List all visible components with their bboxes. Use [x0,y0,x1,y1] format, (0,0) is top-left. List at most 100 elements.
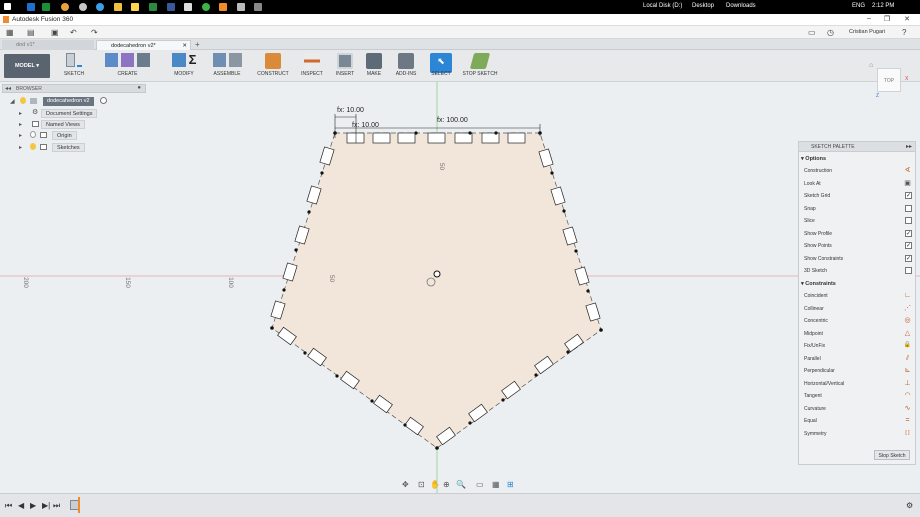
top-edge-teeth[interactable] [346,132,526,144]
option-snap[interactable]: Snap [804,204,912,214]
curvature-icon[interactable]: ∿ [903,404,912,413]
step-forward-icon[interactable]: ▶| [42,501,50,510]
app-icon-7[interactable] [131,3,139,11]
toolbar-make[interactable]: MAKE [363,53,385,77]
browser-header[interactable]: ◂◂ BROWSER ● [2,84,146,93]
viewcube-face-label[interactable]: TOP [884,78,894,84]
option-show-profile[interactable]: Show Profile ✓ [804,229,912,239]
palette-expand-icon[interactable]: ▸▸ [906,143,912,150]
tab-close-icon[interactable]: ✕ [182,43,187,49]
tangent-icon[interactable]: ◠ [903,391,912,400]
option-look-at[interactable]: Look At ▣ [804,179,912,189]
tray-clock[interactable]: 2:12 PM [872,3,894,9]
tray-local-disk[interactable]: Local Disk (D:) [643,3,682,9]
facebook-icon[interactable] [167,3,175,11]
parallel-icon[interactable]: ⫽ [903,354,912,363]
app-icon-14[interactable] [254,3,262,11]
constraint-collinear[interactable]: Collinear ⋰ [804,304,912,314]
constraint-fix-unfix[interactable]: Fix/UnFix 🔒 [804,341,912,351]
visibility-bulb-icon[interactable] [30,143,36,150]
timeline-settings-icon[interactable]: ⚙ [906,501,913,510]
dimension-label[interactable]: fx: 100.00 [437,117,468,124]
expand-arrow-icon[interactable]: ▸ [19,132,22,139]
show-profile-checkbox[interactable]: ✓ [905,230,912,237]
palette-section-options[interactable]: ▾ Options [801,156,826,162]
snap-checkbox[interactable] [905,205,912,212]
show-constraints-checkbox[interactable]: ✓ [905,255,912,262]
midpoint-icon[interactable]: △ [903,329,912,338]
show-points-checkbox[interactable]: ✓ [905,242,912,249]
grid-settings-icon[interactable]: ▦ [492,480,500,489]
option-sketch-grid[interactable]: Sketch Grid ✓ [804,191,912,201]
constraint-tangent[interactable]: Tangent ◠ [804,391,912,401]
constraint-curvature[interactable]: Curvature ∿ [804,404,912,414]
app-icon-2[interactable] [42,3,50,11]
stop-sketch-button[interactable]: Stop Sketch [874,450,910,460]
horizontal-vertical-icon[interactable]: ⊥ [903,379,912,388]
radio-icon[interactable] [100,97,107,104]
save-icon[interactable]: ▣ [51,28,59,37]
sketch-grid-checkbox[interactable]: ✓ [905,192,912,199]
browser-item-origin[interactable]: ▸ Origin [19,131,139,140]
browser-root[interactable]: ◢ dodecahedron v2 [10,97,146,106]
toolbar-sketch[interactable]: SKETCH [56,53,92,77]
app-icon-3[interactable] [61,3,69,11]
user-menu[interactable]: Cristian Pugari [849,29,885,35]
palette-section-constraints[interactable]: ▾ Constraints [801,281,836,287]
option-construction[interactable]: Construction ∢ [804,166,912,176]
construction-icon[interactable]: ∢ [903,166,912,175]
constraint-concentric[interactable]: Concentric ◎ [804,316,912,326]
toolbar-modify[interactable]: Σ MODIFY [164,53,204,77]
tray-lang[interactable]: ENG [852,3,865,9]
new-tab-icon[interactable]: + [195,40,200,49]
tray-desktop[interactable]: Desktop [692,3,714,9]
start-icon[interactable] [4,3,11,10]
constraint-horizontal-vertical[interactable]: Horizontal/Vertical ⊥ [804,379,912,389]
slice-checkbox[interactable] [905,217,912,224]
undo-icon[interactable]: ↶ [70,28,77,37]
look-at-icon[interactable]: ▣ [903,179,912,188]
browser-pin-icon[interactable]: ● [137,85,141,91]
tab-dodecahedron[interactable]: dodecahedron v2* ✕ [96,40,191,50]
toolbar-select[interactable]: ⬉ SELECT [428,53,454,77]
dimension-label[interactable]: fx: 10.00 [337,107,364,114]
collapse-icon[interactable]: ◂◂ [5,85,11,92]
home-view-icon[interactable]: ⌂ [869,62,873,69]
tray-downloads[interactable]: Downloads [726,3,756,9]
constraint-equal[interactable]: Equal = [804,416,912,426]
perpendicular-icon[interactable]: ⊾ [903,366,912,375]
concentric-icon[interactable]: ◎ [903,316,912,325]
browser-item-named-views[interactable]: ▸ Named Views [19,120,139,129]
grid-menu-icon[interactable]: ▦ [6,28,14,37]
symmetry-icon[interactable]: [ ] [903,429,912,438]
toolbar-insert[interactable]: INSERT [333,53,357,77]
equal-icon[interactable]: = [903,416,912,425]
option-show-points[interactable]: Show Points ✓ [804,241,912,251]
3d-sketch-checkbox[interactable] [905,267,912,274]
app-icon-1[interactable] [27,3,35,11]
step-back-icon[interactable]: ◀ [18,501,24,510]
toolbar-stop-sketch[interactable]: STOP SKETCH [462,53,498,77]
constraint-coincident[interactable]: Coincident ∟ [804,291,912,301]
tab-dod[interactable]: dod v1* [2,40,94,50]
redo-icon[interactable]: ↷ [91,28,98,37]
expand-arrow-icon[interactable]: ▸ [19,121,22,128]
zoom-window-icon[interactable]: 🔍 [456,480,466,489]
option-show-constraints[interactable]: Show Constraints ✓ [804,254,912,264]
toolbar-assemble[interactable]: ASSEMBLE [208,53,246,77]
toolbar-construct[interactable]: CONSTRUCT [253,53,293,77]
workspace-switcher[interactable]: MODEL ▾ [4,54,50,78]
palette-header[interactable]: SKETCH PALETTE ▸▸ [799,142,915,152]
visibility-bulb-icon[interactable] [20,97,26,104]
look-at-nav-icon[interactable]: ⊡ [418,480,425,489]
constraint-symmetry[interactable]: Symmetry[ ] [804,429,912,439]
toolbar-inspect[interactable]: INSPECT [298,53,326,77]
view-cube[interactable]: TOP [877,68,901,92]
maximize-button[interactable]: ❐ [880,15,894,23]
go-to-end-icon[interactable]: ⏭ [53,501,60,511]
app-icon-11[interactable] [202,3,210,11]
constraint-perpendicular[interactable]: Perpendicular ⊾ [804,366,912,376]
collinear-icon[interactable]: ⋰ [903,304,912,313]
display-settings-icon[interactable]: ▭ [476,480,484,489]
option-3d-sketch[interactable]: 3D Sketch [804,266,912,276]
